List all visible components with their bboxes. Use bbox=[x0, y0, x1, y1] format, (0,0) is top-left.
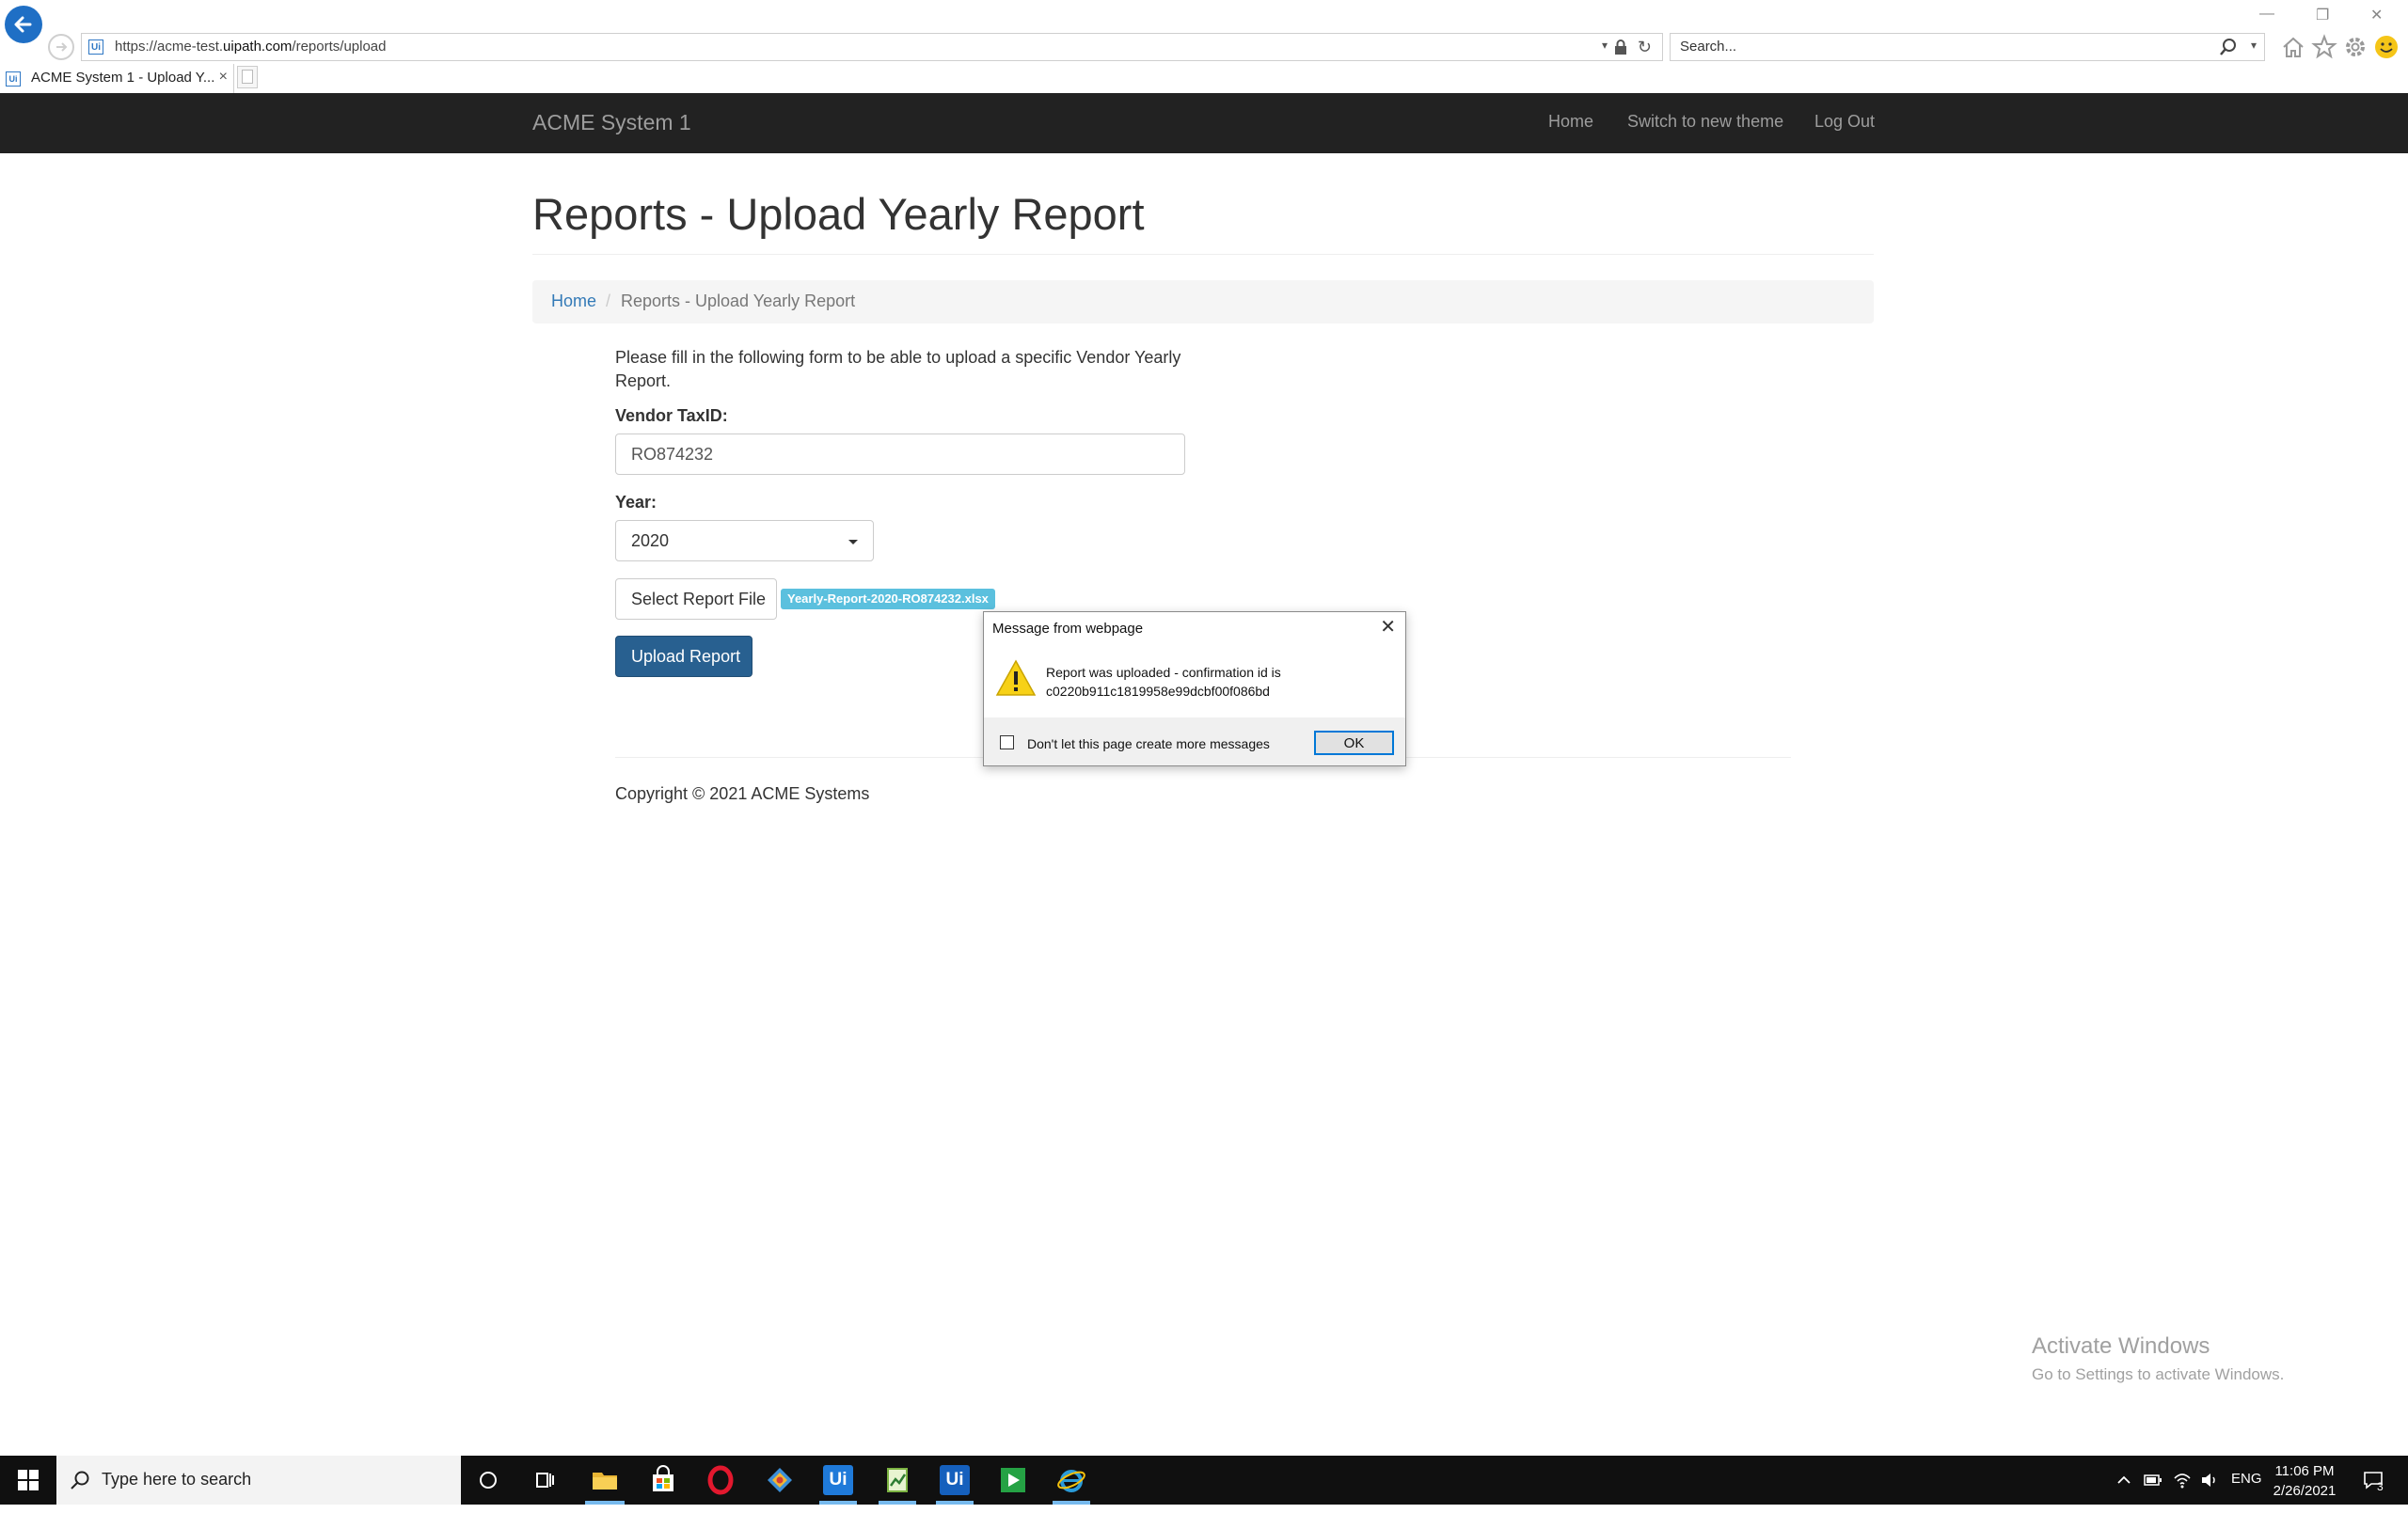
nav-logout-link[interactable]: Log Out bbox=[1814, 112, 1875, 132]
document-app-active-indicator bbox=[879, 1501, 916, 1505]
wifi-icon[interactable] bbox=[2173, 1471, 2192, 1490]
browser-toolbar: Ui https://acme-test.uipath.com/reports/… bbox=[0, 0, 2408, 61]
internet-explorer-icon[interactable] bbox=[1056, 1465, 1086, 1495]
address-dropdown-icon[interactable]: ▾ bbox=[1602, 39, 1608, 52]
windows-logo-icon bbox=[18, 1470, 39, 1490]
back-button[interactable] bbox=[5, 6, 42, 43]
selected-file-badge: Yearly-Report-2020-RO874232.xlsx bbox=[781, 589, 995, 609]
taskbar-clock[interactable]: 11:06 PM 2/26/2021 bbox=[2248, 1461, 2361, 1501]
suppress-messages-checkbox[interactable] bbox=[1000, 735, 1014, 749]
title-divider bbox=[532, 254, 1874, 255]
year-selected-value: 2020 bbox=[631, 531, 670, 550]
nav-home-link[interactable]: Home bbox=[1548, 112, 1593, 132]
browser-search-placeholder: Search... bbox=[1680, 39, 1737, 55]
browser-search-box[interactable]: Search... ▾ bbox=[1670, 33, 2265, 61]
footer-copyright: Copyright © 2021 ACME Systems bbox=[615, 784, 870, 803]
minimize-window-icon[interactable]: — bbox=[2259, 6, 2274, 23]
suppress-messages-label[interactable]: Don't let this page create more messages bbox=[1027, 736, 1270, 751]
year-select[interactable]: 2020 bbox=[615, 520, 874, 561]
notification-count-badge: 3 bbox=[2377, 1480, 2384, 1493]
restore-window-icon[interactable]: ❐ bbox=[2316, 6, 2329, 24]
new-tab-icon bbox=[242, 70, 253, 84]
tray-overflow-chevron-up-icon[interactable] bbox=[2116, 1473, 2131, 1488]
start-button[interactable] bbox=[0, 1456, 56, 1505]
windows-taskbar: Type here to search Ui Ui ENG 11:06 PM 2… bbox=[0, 1456, 2408, 1505]
site-navbar: ACME System 1 Home Switch to new theme L… bbox=[0, 93, 2408, 153]
app-diamond-icon[interactable] bbox=[765, 1465, 795, 1495]
dialog-body: Report was uploaded - confirmation id is… bbox=[984, 642, 1405, 717]
media-player-icon[interactable] bbox=[998, 1465, 1028, 1495]
year-label: Year: bbox=[615, 493, 657, 512]
alert-dialog: Message from webpage ✕ Report was upload… bbox=[983, 611, 1406, 766]
opera-icon[interactable] bbox=[705, 1465, 736, 1495]
breadcrumb-current: Reports - Upload Yearly Report bbox=[621, 292, 856, 310]
tab-title: ACME System 1 - Upload Y... bbox=[31, 70, 215, 86]
task-view-icon[interactable] bbox=[530, 1465, 560, 1495]
brand-logo-text[interactable]: ACME System 1 bbox=[532, 110, 691, 135]
vendor-taxid-value: RO874232 bbox=[631, 445, 714, 464]
microsoft-store-icon[interactable] bbox=[648, 1465, 678, 1495]
dialog-ok-label: OK bbox=[1343, 735, 1365, 751]
nav-switch-theme-link[interactable]: Switch to new theme bbox=[1627, 112, 1783, 132]
warning-icon bbox=[995, 659, 1037, 696]
home-icon[interactable] bbox=[2280, 34, 2306, 60]
battery-icon[interactable] bbox=[2144, 1474, 2162, 1487]
file-explorer-active-indicator bbox=[585, 1501, 625, 1505]
activate-windows-subtitle: Go to Settings to activate Windows. bbox=[2032, 1365, 2285, 1383]
clock-time: 11:06 PM bbox=[2274, 1463, 2335, 1479]
internet-explorer-active-indicator bbox=[1053, 1501, 1090, 1505]
activate-windows-title: Activate Windows bbox=[2032, 1333, 2210, 1359]
forward-button[interactable] bbox=[48, 34, 74, 60]
uipath-studio-icon[interactable]: Ui bbox=[823, 1465, 853, 1495]
arrow-right-icon bbox=[56, 42, 68, 52]
uipath-robot-icon[interactable]: Ui bbox=[940, 1465, 970, 1495]
breadcrumb-home-link[interactable]: Home bbox=[551, 292, 596, 311]
select-report-file-label: Select Report File bbox=[631, 590, 767, 608]
tab-close-icon[interactable]: × bbox=[219, 69, 228, 86]
form-instructions: Please fill in the following form to be … bbox=[615, 348, 1181, 390]
dialog-titlebar[interactable]: Message from webpage ✕ bbox=[984, 612, 1405, 642]
vendor-taxid-label: Vendor TaxID: bbox=[615, 406, 728, 425]
vendor-taxid-input[interactable]: RO874232 bbox=[615, 433, 1185, 475]
settings-gear-icon[interactable] bbox=[2342, 34, 2368, 60]
taskbar-search-placeholder: Type here to search bbox=[102, 1470, 252, 1489]
document-chart-icon[interactable] bbox=[882, 1465, 912, 1495]
new-tab-button[interactable] bbox=[237, 66, 258, 88]
search-icon bbox=[71, 1471, 89, 1490]
url-text[interactable]: https://acme-test.uipath.com/reports/upl… bbox=[115, 39, 387, 55]
dialog-message: Report was uploaded - confirmation id is… bbox=[1046, 665, 1281, 699]
dialog-title: Message from webpage bbox=[992, 621, 1144, 637]
tab-favicon-icon: Ui bbox=[6, 71, 21, 87]
feedback-smiley-icon[interactable] bbox=[2373, 34, 2400, 60]
upload-report-button[interactable]: Upload Report bbox=[615, 636, 752, 677]
site-favicon-icon: Ui bbox=[88, 39, 103, 55]
refresh-icon[interactable]: ↻ bbox=[1638, 38, 1652, 56]
dialog-ok-button[interactable]: OK bbox=[1314, 731, 1394, 755]
breadcrumb-separator: / bbox=[606, 292, 611, 310]
select-report-file-button[interactable]: Select Report File bbox=[615, 578, 777, 620]
browser-tab-active[interactable]: Ui ACME System 1 - Upload Y... × bbox=[0, 64, 234, 94]
volume-icon[interactable] bbox=[2200, 1471, 2219, 1490]
search-dropdown-icon[interactable]: ▾ bbox=[2251, 39, 2257, 52]
close-window-icon[interactable]: ✕ bbox=[2370, 6, 2383, 24]
page-title: Reports - Upload Yearly Report bbox=[532, 189, 1145, 239]
clock-date: 2/26/2021 bbox=[2273, 1483, 2337, 1499]
favorites-star-icon[interactable] bbox=[2311, 34, 2337, 60]
lock-icon[interactable] bbox=[1614, 39, 1627, 55]
cortana-icon[interactable] bbox=[473, 1465, 503, 1495]
arrow-left-icon bbox=[14, 16, 32, 33]
file-explorer-icon[interactable] bbox=[590, 1465, 620, 1495]
uipath-studio-active-indicator bbox=[819, 1501, 857, 1505]
search-icon[interactable] bbox=[2219, 38, 2238, 56]
breadcrumb: Home / Reports - Upload Yearly Report bbox=[532, 280, 1874, 323]
uipath-robot-active-indicator bbox=[936, 1501, 974, 1505]
upload-report-label: Upload Report bbox=[631, 647, 741, 666]
address-bar[interactable]: Ui https://acme-test.uipath.com/reports/… bbox=[81, 33, 1663, 61]
dialog-close-icon[interactable]: ✕ bbox=[1380, 618, 1396, 637]
taskbar-search-box[interactable]: Type here to search bbox=[56, 1456, 461, 1505]
chevron-down-icon bbox=[848, 540, 858, 544]
